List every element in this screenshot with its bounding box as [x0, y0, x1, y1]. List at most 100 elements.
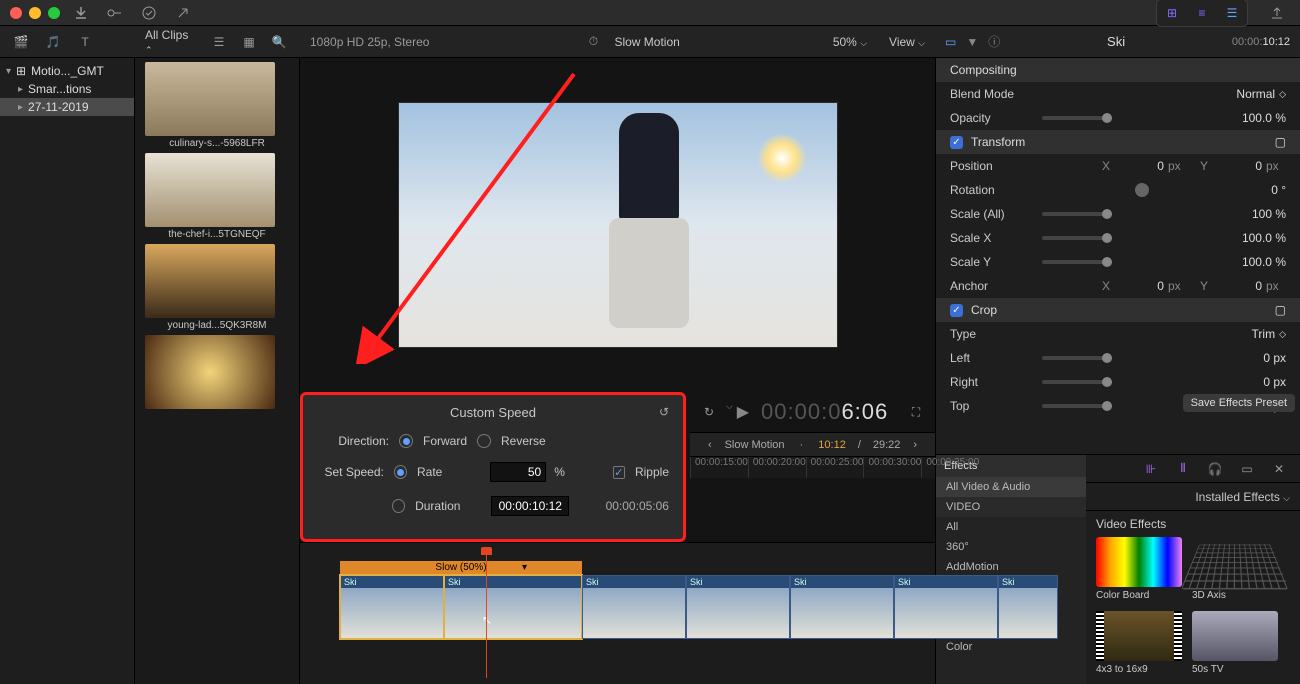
skim-audio-icon[interactable]: ⫴	[1172, 458, 1194, 480]
skim-next-icon[interactable]: ›	[913, 439, 917, 451]
effects-category[interactable]: All	[936, 517, 1086, 537]
opacity-slider[interactable]	[1042, 116, 1112, 120]
viewer-canvas[interactable]	[300, 58, 935, 392]
effects-category[interactable]: Color	[936, 637, 1086, 657]
timeline-clip[interactable]: Ski	[790, 575, 894, 639]
format-label: 1080p HD 25p, Stereo	[310, 35, 429, 49]
retime-icon[interactable]: ⏱	[582, 31, 604, 53]
skim-pos: 10:12	[818, 439, 846, 451]
timeline[interactable]: Slow (50%) Ski Ski Ski Ski Ski Ski Ski ↖	[300, 542, 935, 684]
clip-thumbnail[interactable]: culinary-s...-5968LFR	[145, 62, 289, 149]
transform-checkbox[interactable]: ✓	[950, 136, 963, 149]
import-icon[interactable]	[68, 2, 94, 24]
zoom-window-icon[interactable]	[48, 7, 60, 19]
library-icon[interactable]: 🎬	[10, 31, 32, 53]
rotation-value[interactable]: 0 °	[1271, 183, 1286, 197]
section-crop[interactable]: ✓Crop▢	[936, 298, 1300, 322]
crop-checkbox[interactable]: ✓	[950, 304, 963, 317]
forward-radio[interactable]	[399, 434, 413, 448]
zoom-dropdown[interactable]: 50% ⌵	[833, 35, 867, 49]
fullscreen-icon[interactable]: ⛶	[905, 401, 927, 423]
rate-radio[interactable]	[394, 465, 407, 479]
browser-toggle-icon[interactable]: ⊞	[1159, 2, 1185, 24]
scale-slider[interactable]	[1042, 212, 1112, 216]
ripple-checkbox[interactable]	[613, 466, 625, 479]
crop-right-slider[interactable]	[1042, 380, 1112, 384]
undo-icon[interactable]: ↺	[659, 405, 669, 419]
crop-type-dropdown[interactable]: Trim ◇	[1252, 327, 1286, 341]
arrow-icon[interactable]	[170, 2, 196, 24]
list-view-icon[interactable]: ☰	[208, 31, 230, 53]
anchor-y-field[interactable]: 0	[1220, 279, 1262, 293]
info-inspector-icon[interactable]: ⓘ	[988, 33, 1000, 50]
effect-item[interactable]: 4x3 to 16x9	[1096, 611, 1182, 675]
photos-icon[interactable]: 🎵	[42, 31, 64, 53]
timeline-clip[interactable]: Ski	[340, 575, 444, 639]
installed-effects-dropdown[interactable]: Installed Effects ⌵	[1195, 490, 1290, 504]
opacity-value[interactable]: 100.0 %	[1242, 111, 1286, 125]
crop-onscreen-icon[interactable]: ▢	[1275, 303, 1286, 317]
effects-category[interactable]: 360°	[936, 537, 1086, 557]
save-effects-button[interactable]: Save Effects Preset	[1183, 394, 1295, 412]
effect-item[interactable]: 50s TV	[1192, 611, 1278, 675]
clip-thumbnail[interactable]: the-chef-i...5TGNEQF	[145, 153, 289, 240]
reverse-radio[interactable]	[477, 434, 491, 448]
pos-y-field[interactable]: 0	[1220, 159, 1262, 173]
timeline-clip[interactable]: Ski	[582, 575, 686, 639]
scaley-slider[interactable]	[1042, 260, 1112, 264]
sidebar-item[interactable]: ▸27-11-2019	[0, 98, 134, 116]
background-tasks-icon[interactable]	[136, 2, 162, 24]
timeline-clip[interactable]: Ski	[686, 575, 790, 639]
blend-mode-dropdown[interactable]: Normal ◇	[1236, 87, 1286, 101]
rotation-dial[interactable]	[1135, 183, 1149, 197]
filmstrip-view-icon[interactable]: ▦	[238, 31, 260, 53]
effect-item[interactable]: 3D Axis	[1192, 537, 1278, 601]
speed-strip[interactable]: Slow (50%)	[340, 561, 582, 575]
clip-thumbnail[interactable]: young-lad...5QK3R8M	[145, 244, 289, 331]
duration-input[interactable]	[491, 496, 569, 516]
timeline-toggle-icon[interactable]: ≡	[1189, 2, 1215, 24]
direction-label: Direction:	[317, 434, 389, 448]
snap-icon[interactable]: ▭	[1236, 458, 1258, 480]
crop-top-slider[interactable]	[1042, 404, 1112, 408]
scalex-slider[interactable]	[1042, 236, 1112, 240]
minimize-window-icon[interactable]	[29, 7, 41, 19]
anchor-x-field[interactable]: 0	[1122, 279, 1164, 293]
effects-category[interactable]: AddMotion	[936, 557, 1086, 577]
viewer-timecode: 00:00:06:06	[761, 399, 888, 425]
solo-icon[interactable]: 🎧	[1204, 458, 1226, 480]
timeline-clip[interactable]: Ski	[444, 575, 582, 639]
skim-video-icon[interactable]: ⊪	[1140, 458, 1162, 480]
section-compositing[interactable]: Compositing	[936, 58, 1300, 82]
timeline-clip[interactable]: Ski	[894, 575, 998, 639]
titles-icon[interactable]: T	[74, 31, 96, 53]
sidebar-item[interactable]: ▾⊞ Motio..._GMT	[0, 62, 134, 80]
play-icon[interactable]: ▶	[737, 402, 749, 422]
loop-icon[interactable]: ↻	[698, 401, 720, 423]
view-dropdown[interactable]: View ⌵	[889, 35, 925, 49]
playhead[interactable]	[486, 553, 487, 678]
skim-prev-icon[interactable]: ‹	[708, 439, 712, 451]
sidebar-item[interactable]: ▸Smar...tions	[0, 80, 134, 98]
sun-graphic	[757, 133, 807, 183]
close-effects-icon[interactable]: ✕	[1268, 458, 1290, 480]
pos-x-field[interactable]: 0	[1122, 159, 1164, 173]
clips-filter-dropdown[interactable]: All Clips ⌃	[145, 28, 198, 56]
effects-category[interactable]: All Video & Audio	[936, 477, 1086, 497]
clip-thumbnail[interactable]	[145, 335, 289, 411]
crop-left-slider[interactable]	[1042, 356, 1112, 360]
effect-item[interactable]: Color Board	[1096, 537, 1182, 601]
close-window-icon[interactable]	[10, 7, 22, 19]
duration-radio[interactable]	[392, 499, 405, 513]
share-icon[interactable]	[1264, 2, 1290, 24]
transform-onscreen-icon[interactable]: ▢	[1275, 135, 1286, 149]
keyword-icon[interactable]	[102, 2, 128, 24]
timeline-ruler[interactable]: 00:00:15:0000:00:20:0000:00:25:0000:00:3…	[690, 456, 935, 478]
search-icon[interactable]: 🔍	[268, 31, 290, 53]
video-inspector-icon[interactable]: ▭	[945, 35, 956, 49]
color-inspector-icon[interactable]: ▼	[966, 35, 978, 49]
inspector-toggle-icon[interactable]: ☰	[1219, 2, 1245, 24]
rate-input[interactable]	[490, 462, 546, 482]
timeline-clip[interactable]: Ski	[998, 575, 1058, 639]
section-transform[interactable]: ✓Transform▢	[936, 130, 1300, 154]
